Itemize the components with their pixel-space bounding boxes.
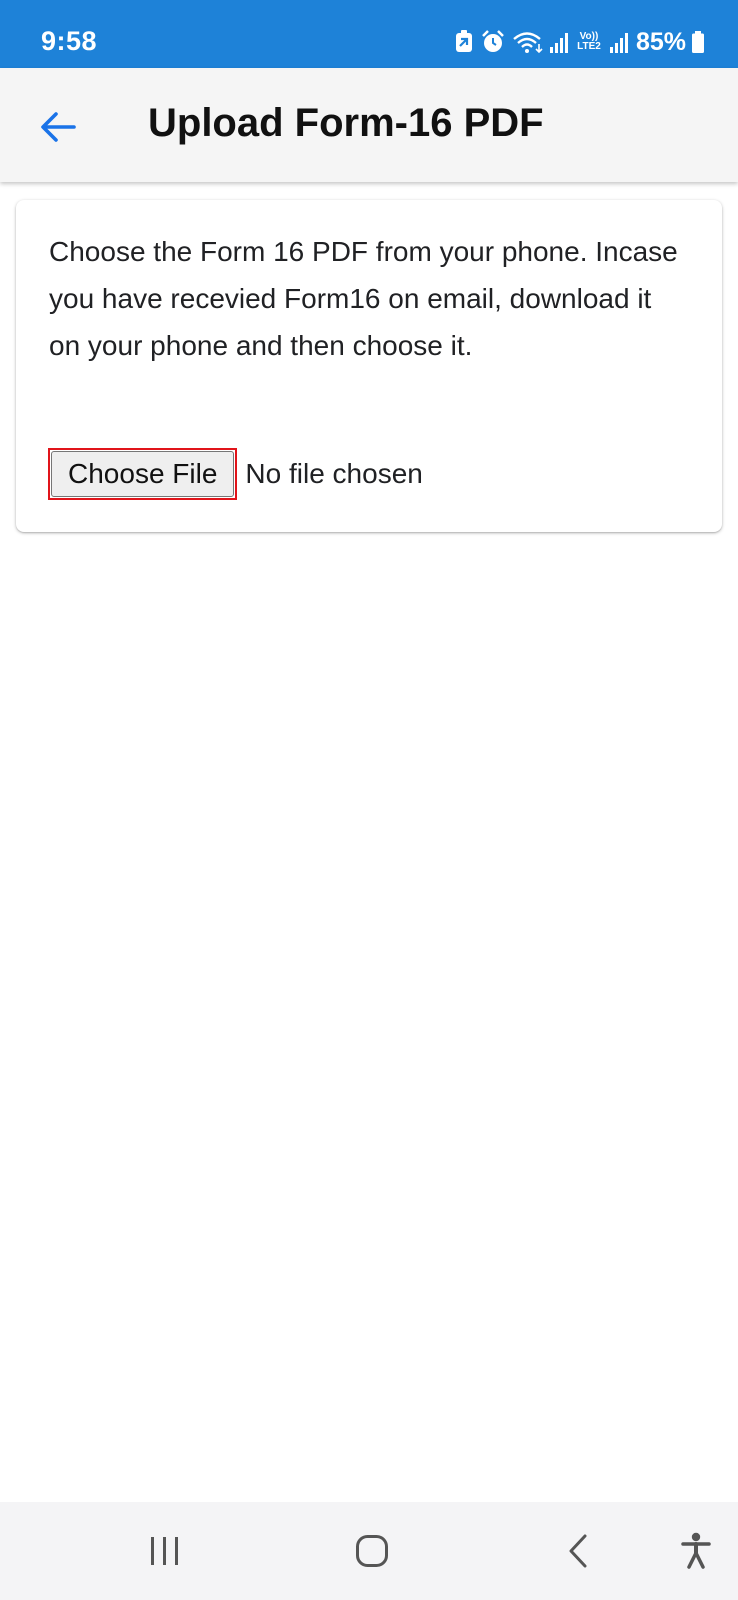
volte-icon: Vo)) LTE2 [574,32,604,52]
arrow-left-icon [38,107,78,152]
recent-apps-icon [148,1535,182,1567]
status-bar: 9:58 Vo)) LTE2 85% [0,0,738,68]
back-chevron-icon [566,1533,590,1569]
highlight-box: Choose File [48,448,238,500]
system-back-button[interactable] [538,1502,618,1600]
back-button[interactable] [30,101,86,157]
status-time: 9:58 [41,26,98,56]
instructions-text: Choose the Form 16 PDF from your phone. … [49,236,678,361]
signal-icon [609,31,628,53]
system-nav-bar [0,1502,738,1600]
recent-apps-button[interactable] [125,1502,205,1600]
app-bar: Upload Form-16 PDF [0,68,738,182]
battery-percent: 85% [635,27,686,56]
battery-icon [692,31,704,53]
signal-icon [549,31,568,53]
lte-label: LTE2 [577,41,601,52]
upload-card: Choose the Form 16 PDF from your phone. … [16,200,722,532]
status-icons: Vo)) LTE2 85% [454,27,704,57]
wifi-icon [512,30,544,54]
file-input-row: Choose File No file chosen [48,448,423,500]
accessibility-button[interactable] [656,1502,736,1600]
choose-file-button[interactable]: Choose File [51,451,235,497]
alarm-icon [480,29,506,55]
accessibility-icon [681,1532,711,1570]
file-status-text: No file chosen [245,458,423,489]
page-title: Upload Form-16 PDF [148,101,544,145]
data-saver-icon [454,30,474,54]
home-button[interactable] [332,1502,412,1600]
home-icon [355,1534,389,1568]
